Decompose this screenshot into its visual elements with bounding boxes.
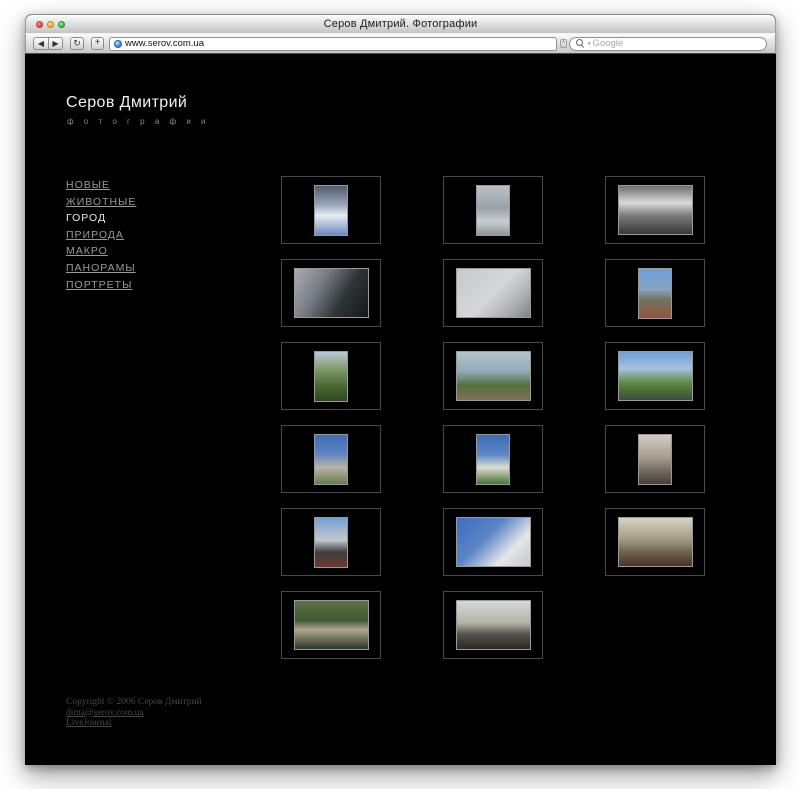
browser-window: Серов Дмитрий. Фотографии ◀ ▶ ↻ + www.se… [25,14,776,765]
minimize-window-button[interactable] [47,21,54,28]
photo-grid [281,176,705,659]
history-navigation: ◀ ▶ [33,37,63,50]
nav-link-gorod[interactable]: ГОРОД [66,212,106,224]
gallery-cell-lake-shore[interactable] [443,342,543,410]
search-icon[interactable] [576,39,586,48]
nav-item-panoramy: ПАНОРАМЫ [66,258,136,275]
nav-link-panoramy[interactable]: ПАНОРАМЫ [66,262,136,274]
gallery-cell-river-bridge[interactable] [605,342,705,410]
photo-thumbnail-statue-square[interactable] [455,600,531,650]
gallery-cell-sepia-tree[interactable] [605,425,705,493]
nav-item-priroda: ПРИРОДА [66,225,136,242]
nav-link-priroda[interactable]: ПРИРОДА [66,229,124,241]
photo-thumbnail-river-bridge[interactable] [617,351,693,401]
search-placeholder: Google [592,38,624,49]
forward-button[interactable]: ▶ [48,37,63,50]
gallery-cell-park-road-bw[interactable] [605,176,705,244]
field-resize-handle[interactable]: ˄ [560,39,567,48]
nav-link-zhivotnye[interactable]: ЖИВОТНЫЕ [66,196,136,208]
search-engine-caret-icon[interactable]: ▾ [588,37,591,51]
gallery-cell-tower-bw[interactable] [443,259,543,327]
nav-link-portrety[interactable]: ПОРТРЕТЫ [66,279,132,291]
photo-thumbnail-snowy-path-bw[interactable] [476,184,510,236]
reload-button[interactable]: ↻ [70,37,84,50]
photo-thumbnail-green-tree[interactable] [314,350,348,402]
livejournal-link[interactable]: LiveJournal [66,718,111,729]
globe-icon [114,39,122,48]
close-window-button[interactable] [36,21,43,28]
nav-item-makro: МАКРО [66,241,136,258]
window-controls [36,21,65,28]
gallery-cell-statue-square[interactable] [443,591,543,659]
add-bookmark-button[interactable]: + [91,37,104,50]
photo-thumbnail-statue-blue-sky[interactable] [638,267,672,319]
gallery-cell-white-tower[interactable] [443,425,543,493]
nav-link-makro[interactable]: МАКРО [66,245,108,257]
site-subtitle: ф о т о г р а ф и и [67,117,210,126]
gallery-cell-winter-alley[interactable] [281,176,381,244]
email-link[interactable]: dima@serov.com.ua [66,708,144,719]
photo-thumbnail-park-road-bw[interactable] [617,185,693,235]
photo-thumbnail-columns-cloud[interactable] [314,433,348,485]
nav-item-zhivotnye: ЖИВОТНЫЕ [66,192,136,209]
gallery-cell-statue-monument[interactable] [281,508,381,576]
copyright-text: Copyright © 2006 Серов Дмитрий [66,697,202,707]
photo-thumbnail-autumn-square[interactable] [617,517,693,567]
back-button[interactable]: ◀ [33,37,48,50]
gallery-cell-colonnade-sky[interactable] [443,508,543,576]
gallery-cell-dark-building[interactable] [281,259,381,327]
gallery-cell-columns-cloud[interactable] [281,425,381,493]
nav-item-novye: НОВЫЕ [66,175,136,192]
photo-thumbnail-colonnade-sky[interactable] [455,517,531,567]
browser-toolbar: ◀ ▶ ↻ + www.serov.com.ua ˄ ▾ Google [25,33,776,54]
site-title: Серов Дмитрий [66,94,188,111]
gallery-cell-autumn-square[interactable] [605,508,705,576]
photo-thumbnail-rotunda-park[interactable] [293,600,369,650]
gallery-cell-statue-blue-sky[interactable] [605,259,705,327]
nav-item-portrety: ПОРТРЕТЫ [66,275,136,292]
window-titlebar[interactable]: Серов Дмитрий. Фотографии [25,14,776,33]
page-footer: Copyright © 2006 Серов Дмитрий dima@sero… [66,697,202,729]
address-bar[interactable]: www.serov.com.ua [109,36,557,51]
window-title: Серов Дмитрий. Фотографии [323,18,478,30]
zoom-window-button[interactable] [58,21,65,28]
nav-link-novye[interactable]: НОВЫЕ [66,179,110,191]
photo-thumbnail-sepia-tree[interactable] [638,433,672,485]
category-nav: НОВЫЕ ЖИВОТНЫЕ ГОРОД ПРИРОДА МАКРО ПАНОРАМЫ ПО… [66,175,136,291]
gallery-cell-green-tree[interactable] [281,342,381,410]
gallery-cell-snowy-path-bw[interactable] [443,176,543,244]
photo-thumbnail-lake-shore[interactable] [455,351,531,401]
address-url: www.serov.com.ua [125,38,205,49]
photo-thumbnail-white-tower[interactable] [476,433,510,485]
photo-thumbnail-statue-monument[interactable] [314,516,348,568]
search-field[interactable]: ▾ Google [569,36,767,51]
photo-thumbnail-tower-bw[interactable] [455,268,531,318]
page-content: Серов Дмитрий ф о т о г р а ф и и НОВЫЕ Ж… [25,54,776,765]
gallery-cell-rotunda-park[interactable] [281,591,381,659]
nav-item-gorod: ГОРОД [66,208,136,225]
photo-thumbnail-winter-alley[interactable] [314,184,348,236]
photo-thumbnail-dark-building[interactable] [293,268,369,318]
